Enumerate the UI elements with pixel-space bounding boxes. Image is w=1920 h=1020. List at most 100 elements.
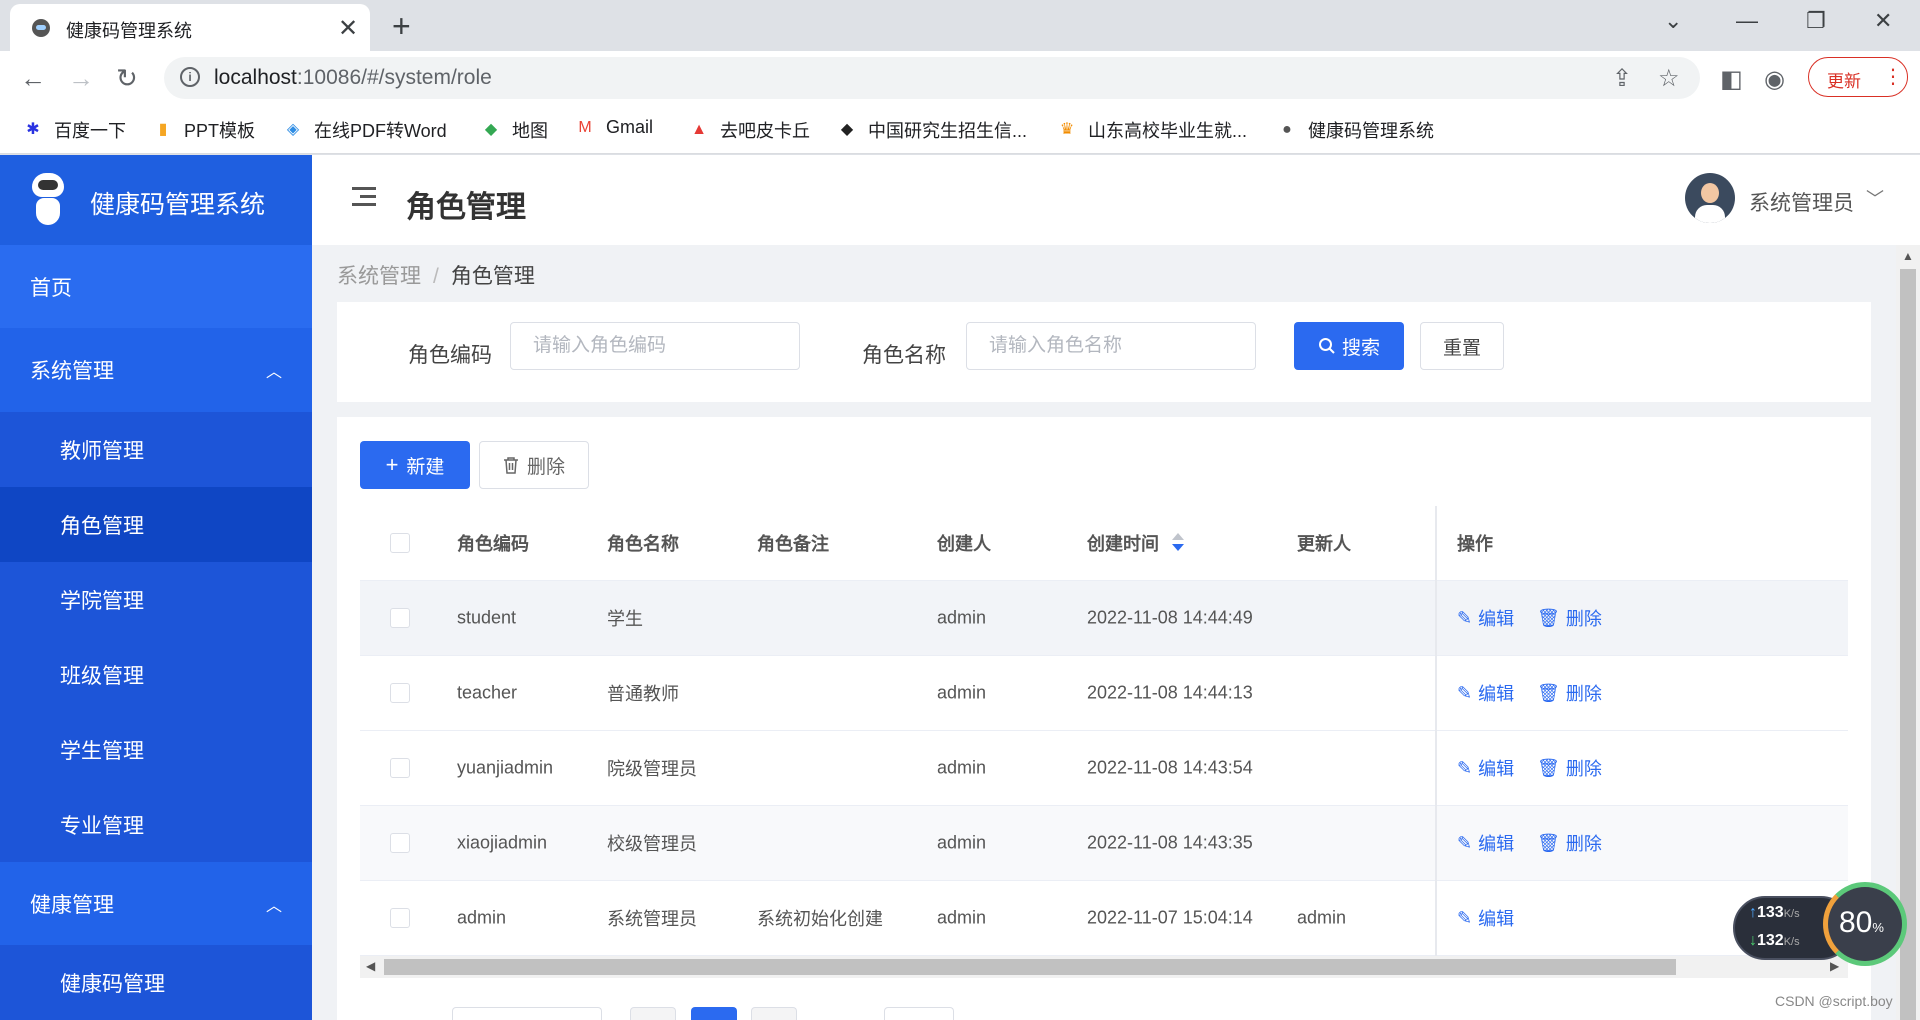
restore-icon[interactable]: ❐ xyxy=(1806,8,1826,34)
bookmark-item[interactable]: ▮ PPT模板 xyxy=(152,117,255,143)
table-row: yuanjiadmin 院级管理员 admin 2022-11-08 14:43… xyxy=(360,731,1848,806)
batch-delete-button[interactable]: 删除 xyxy=(479,441,589,489)
browser-toolbar: ← → ↻ i localhost:10086/#/system/role ⇪ … xyxy=(0,51,1920,106)
column-header: 创建人 xyxy=(937,534,991,554)
row-checkbox[interactable] xyxy=(390,683,410,703)
sidebar-item-health-code[interactable]: 健康码管理 xyxy=(0,945,312,1020)
creator: admin xyxy=(937,757,987,778)
breadcrumb-separator: / xyxy=(433,265,439,288)
tab-title: 健康码管理系统 xyxy=(66,21,192,41)
sidebar-group-health[interactable]: 健康管理 ︿ xyxy=(0,862,312,945)
bookmark-item[interactable]: ✱ 百度一下 xyxy=(22,117,126,143)
role-name: 校级管理员 xyxy=(607,834,697,854)
role-name: 普通教师 xyxy=(607,684,679,704)
sidebar-item-majors[interactable]: 专业管理 xyxy=(0,787,312,862)
role-code: admin xyxy=(457,907,507,928)
reset-button[interactable]: 重置 xyxy=(1420,322,1504,370)
more-menu-icon[interactable]: ⋮ xyxy=(1883,64,1903,89)
close-tab-icon[interactable]: ✕ xyxy=(338,14,358,43)
share-icon[interactable]: ⇪ xyxy=(1612,64,1632,93)
bookmark-item[interactable]: ▲ 去吧皮卡丘 xyxy=(688,117,810,143)
breadcrumb-parent[interactable]: 系统管理 xyxy=(337,265,421,288)
column-header: 角色名称 xyxy=(607,534,679,554)
row-checkbox[interactable] xyxy=(390,908,410,928)
edit-button[interactable]: ✎ 编辑 xyxy=(1457,905,1514,931)
network-speed-widget[interactable]: ↑133K/s ↓132K/s 80% xyxy=(1733,878,1911,966)
side-panel-icon[interactable]: ◧ xyxy=(1720,65,1743,94)
bookmark-item[interactable]: ♛ 山东高校毕业生就... xyxy=(1056,117,1247,143)
column-header: 角色备注 xyxy=(757,534,829,554)
bookmark-item[interactable]: ◈ 在线PDF转Word xyxy=(282,117,447,143)
url-text[interactable]: localhost:10086/#/system/role xyxy=(214,66,492,90)
delete-button[interactable]: 🗑 删除 xyxy=(1537,830,1602,856)
scroll-up-icon[interactable]: ▲ xyxy=(1902,249,1914,263)
edit-icon: ✎ xyxy=(1457,607,1473,628)
robot-icon: ● xyxy=(1282,121,1292,138)
sidebar-group-system[interactable]: 系统管理 ︿ xyxy=(0,328,312,412)
scrollbar-thumb[interactable] xyxy=(384,959,1676,975)
row-checkbox[interactable] xyxy=(390,758,410,778)
new-tab-icon[interactable]: + xyxy=(392,8,411,45)
next-page-button[interactable] xyxy=(751,1007,797,1020)
minimize-icon[interactable]: — xyxy=(1736,8,1758,34)
user-name[interactable]: 系统管理员 xyxy=(1749,187,1854,217)
row-checkbox[interactable] xyxy=(390,608,410,628)
window-close-icon[interactable]: ✕ xyxy=(1874,8,1892,34)
edit-button[interactable]: ✎ 编辑 xyxy=(1457,680,1514,706)
trash-icon xyxy=(503,457,518,474)
edit-button[interactable]: ✎ 编辑 xyxy=(1457,605,1514,631)
update-button[interactable]: 更新 ⋮ xyxy=(1808,57,1908,97)
menu-toggle-icon[interactable] xyxy=(352,187,376,207)
bookmark-item[interactable]: ◆ 地图 xyxy=(480,117,548,143)
role-name-input[interactable] xyxy=(966,322,1256,370)
bookmark-item[interactable]: ◆ 中国研究生招生信... xyxy=(836,117,1027,143)
scroll-left-icon[interactable]: ◀ xyxy=(366,959,375,973)
page-size-select[interactable] xyxy=(452,1007,602,1020)
watermark: CSDN @script.boy xyxy=(1775,993,1893,1009)
delete-button[interactable]: 🗑 删除 xyxy=(1537,680,1602,706)
sidebar-item-colleges[interactable]: 学院管理 xyxy=(0,562,312,637)
tab-search-chevron-icon[interactable]: ⌄ xyxy=(1664,8,1682,34)
edit-icon: ✎ xyxy=(1457,832,1473,853)
sidebar-item-students[interactable]: 学生管理 xyxy=(0,712,312,787)
delete-button[interactable]: 🗑 删除 xyxy=(1537,755,1602,781)
robot-favicon-icon xyxy=(32,19,50,37)
current-page-button[interactable] xyxy=(691,1007,737,1020)
avatar[interactable] xyxy=(1685,173,1735,223)
search-panel: 角色编码 角色名称 搜索 重置 xyxy=(337,302,1871,402)
select-all-checkbox[interactable] xyxy=(390,533,410,553)
sidebar-item-roles[interactable]: 角色管理 xyxy=(0,487,312,562)
search-icon xyxy=(1318,338,1335,354)
sort-icon[interactable] xyxy=(1171,533,1185,553)
forward-icon[interactable]: → xyxy=(68,63,94,94)
sidebar-item-home[interactable]: 首页 xyxy=(0,245,312,328)
sidebar-item-teachers[interactable]: 教师管理 xyxy=(0,412,312,487)
address-bar[interactable]: i localhost:10086/#/system/role ⇪ ☆ xyxy=(164,57,1700,99)
edit-button[interactable]: ✎ 编辑 xyxy=(1457,830,1514,856)
browser-tab[interactable]: 健康码管理系统 ✕ xyxy=(10,4,370,51)
back-icon[interactable]: ← xyxy=(20,63,46,94)
bookmark-star-icon[interactable]: ☆ xyxy=(1658,64,1680,93)
search-button[interactable]: 搜索 xyxy=(1294,322,1404,370)
chevron-down-icon[interactable]: ﹀ xyxy=(1866,185,1884,211)
new-role-button[interactable]: + 新建 xyxy=(360,441,470,489)
prev-page-button[interactable] xyxy=(630,1007,676,1020)
row-checkbox[interactable] xyxy=(390,833,410,853)
site-info-icon[interactable]: i xyxy=(180,67,200,87)
column-header: 操作 xyxy=(1457,534,1493,554)
role-code-input[interactable] xyxy=(510,322,800,370)
delete-button[interactable]: 🗑 删除 xyxy=(1537,605,1602,631)
jump-page-input[interactable] xyxy=(884,1007,954,1020)
horizontal-scrollbar[interactable]: ◀ ▶ xyxy=(360,956,1848,978)
sidebar-item-classes[interactable]: 班级管理 xyxy=(0,637,312,712)
profile-icon[interactable]: ◉ xyxy=(1764,65,1785,94)
app-root: 健康码管理系统 首页 系统管理 ︿ 教师管理 角色管理 学院管理 班级管理 学生… xyxy=(0,155,1920,1020)
bookmark-item[interactable]: M Gmail xyxy=(574,117,653,138)
role-name: 系统管理员 xyxy=(607,909,697,929)
edit-button[interactable]: ✎ 编辑 xyxy=(1457,755,1514,781)
column-header: 角色编码 xyxy=(457,534,529,554)
reload-icon[interactable]: ↻ xyxy=(116,63,138,94)
column-header-created-time[interactable]: 创建时间 xyxy=(1087,530,1159,556)
bookmark-item[interactable]: ● 健康码管理系统 xyxy=(1276,117,1434,143)
upload-speed: ↑133K/s xyxy=(1749,904,1800,921)
